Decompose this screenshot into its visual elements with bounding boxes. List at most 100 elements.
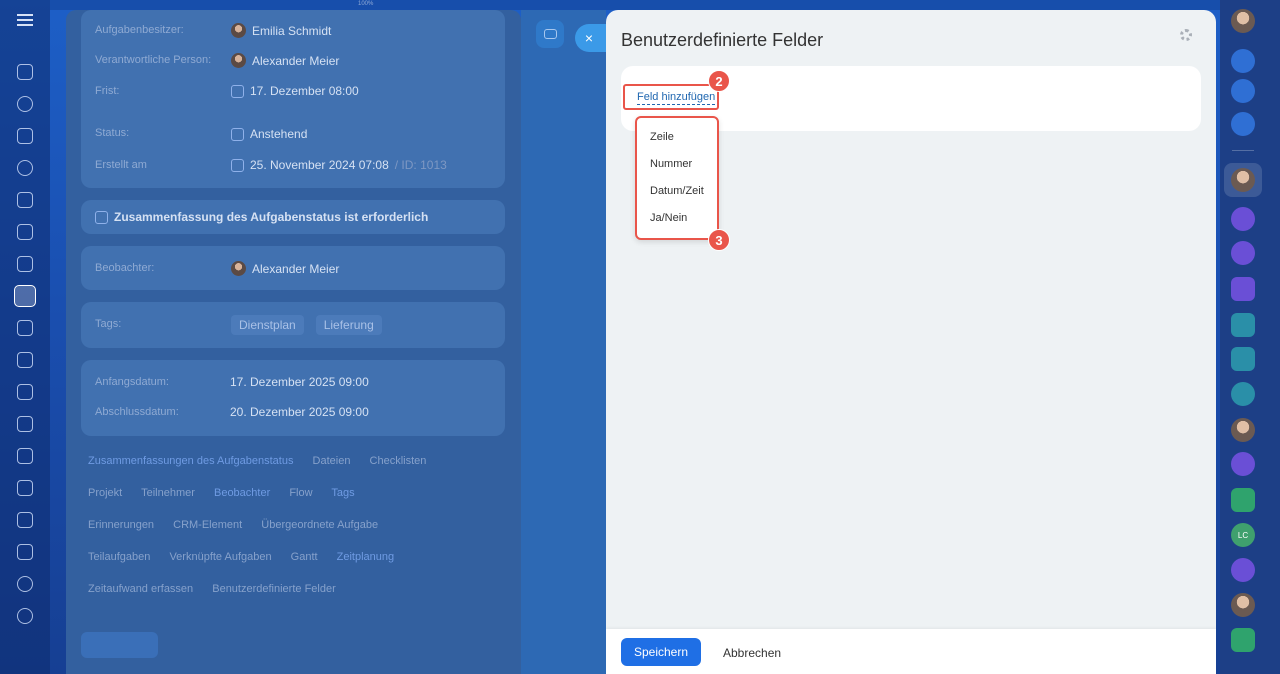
end-date-label: Abschlussdatum:: [95, 406, 179, 418]
start-date-value[interactable]: 17. Dezember 2025 09:00: [230, 375, 369, 389]
cart-icon[interactable]: [17, 544, 33, 560]
close-panel-button[interactable]: ×: [575, 24, 607, 52]
task-chat-icon[interactable]: [1231, 488, 1255, 512]
chat-group-icon[interactable]: [1231, 241, 1255, 265]
observer-value[interactable]: Alexander Meier: [231, 261, 339, 276]
end-date-value[interactable]: 20. Dezember 2025 09:00: [230, 405, 369, 419]
close-icon: ×: [584, 30, 594, 46]
contacts-icon[interactable]: [17, 160, 33, 176]
left-nav: [0, 0, 50, 674]
tab-time-tracking[interactable]: Zeitaufwand erfassen: [88, 583, 193, 595]
tab-linked[interactable]: Verknüpfte Aufgaben: [169, 551, 271, 563]
tab-gantt[interactable]: Gantt: [291, 551, 318, 563]
responsible-value[interactable]: Alexander Meier: [231, 53, 339, 68]
lc-chat-icon[interactable]: LC: [1231, 523, 1255, 547]
panel-footer: Speichern Abbrechen: [606, 629, 1216, 674]
task-chat-icon[interactable]: [1231, 277, 1255, 301]
tab-custom-fields[interactable]: Benutzerdefinierte Felder: [212, 583, 336, 595]
settings-icon[interactable]: [17, 576, 33, 592]
tab-row: Zusammenfassungen des Aufgabenstatus Dat…: [88, 455, 442, 467]
avatar: [231, 53, 246, 68]
documents-icon[interactable]: [17, 128, 33, 144]
tab-subtasks[interactable]: Teilaufgaben: [88, 551, 150, 563]
option-ja-nein[interactable]: Ja/Nein: [650, 212, 687, 224]
tab-observers[interactable]: Beobachter: [214, 487, 270, 499]
task-chat-icon[interactable]: [1231, 628, 1255, 652]
user-avatar[interactable]: [1231, 9, 1255, 33]
dimmed-button[interactable]: [81, 632, 158, 658]
option-nummer[interactable]: Nummer: [650, 158, 692, 170]
tab-crm[interactable]: CRM-Element: [173, 519, 242, 531]
avatar: [231, 261, 246, 276]
field-type-dropdown: Zeile Nummer Datum/Zeit Ja/Nein: [635, 116, 719, 240]
tab-row: Zeitaufwand erfassen Benutzerdefinierte …: [88, 583, 352, 595]
tab-checklists[interactable]: Checklisten: [370, 455, 427, 467]
tab-row: Projekt Teilnehmer Beobachter Flow Tags: [88, 487, 371, 499]
avatar[interactable]: [1231, 593, 1255, 617]
hourglass-icon: [231, 127, 244, 141]
owner-label: Aufgabenbesitzer:: [95, 24, 184, 36]
home-icon[interactable]: [17, 64, 33, 80]
filter-icon[interactable]: [17, 416, 33, 432]
responsible-label: Verantwortliche Person:: [95, 54, 212, 66]
task-chat-icon[interactable]: [1231, 347, 1255, 371]
cancel-button[interactable]: Abbrechen: [723, 646, 781, 660]
menu-icon[interactable]: [17, 14, 33, 26]
files-icon[interactable]: [17, 224, 33, 240]
summary-card[interactable]: Zusammenfassung des Aufgabenstatus ist e…: [81, 200, 505, 234]
tags-label: Tags:: [95, 318, 122, 330]
observer-card: Beobachter: Alexander Meier: [81, 246, 505, 290]
save-button[interactable]: Speichern: [621, 638, 701, 666]
tab-parent-task[interactable]: Übergeordnete Aufgabe: [261, 519, 378, 531]
option-datum-zeit[interactable]: Datum/Zeit: [650, 185, 704, 197]
search-chat-icon[interactable]: [1231, 112, 1255, 136]
monitor-icon[interactable]: [17, 480, 33, 496]
tag[interactable]: Dienstplan: [231, 315, 304, 335]
status-value: Anstehend: [231, 127, 307, 141]
summary-icon: [95, 210, 108, 224]
tab-files[interactable]: Dateien: [313, 455, 351, 467]
deadline-label: Frist:: [95, 85, 120, 97]
top-strip: 100%: [50, 0, 1220, 10]
avatar[interactable]: [1231, 558, 1255, 582]
tab-time-planning[interactable]: Zeitplanung: [337, 551, 395, 563]
avatar[interactable]: [1231, 418, 1255, 442]
feed-icon[interactable]: [17, 96, 33, 112]
created-value: 25. November 2024 07:08/ ID: 1013: [231, 158, 447, 172]
start-date-label: Anfangsdatum:: [95, 376, 169, 388]
store-icon[interactable]: [17, 448, 33, 464]
status-label: Status:: [95, 127, 130, 139]
tags-card: Tags: Dienstplan Lieferung: [81, 302, 505, 348]
tab-reminders[interactable]: Erinnerungen: [88, 519, 154, 531]
calendar-icon[interactable]: [17, 352, 33, 368]
chat-group-icon[interactable]: [1231, 452, 1255, 476]
chat-button[interactable]: [536, 20, 564, 48]
tab-tags[interactable]: Tags: [331, 487, 354, 499]
tag[interactable]: Lieferung: [315, 315, 382, 335]
tab-participants[interactable]: Teilnehmer: [141, 487, 195, 499]
tasks-icon[interactable]: [14, 285, 36, 307]
chat-icon[interactable]: [17, 320, 33, 336]
avatar[interactable]: [1231, 168, 1255, 192]
analytics-icon[interactable]: [17, 512, 33, 528]
created-label: Erstellt am: [95, 159, 147, 171]
deadline-value[interactable]: 17. Dezember 08:00: [231, 84, 359, 98]
task-chat-icon[interactable]: [1231, 313, 1255, 337]
notifications-icon[interactable]: [1231, 49, 1255, 73]
add-field-link[interactable]: Feld hinzufügen: [637, 91, 716, 105]
help-icon[interactable]: [17, 608, 33, 624]
chat-group-icon[interactable]: [1231, 207, 1255, 231]
screen-icon[interactable]: [17, 256, 33, 272]
tab-flow[interactable]: Flow: [289, 487, 312, 499]
owner-value[interactable]: Emilia Schmidt: [231, 23, 331, 38]
chat-icon[interactable]: [1231, 382, 1255, 406]
step-badge: 3: [708, 229, 730, 251]
task-id: / ID: 1013: [394, 158, 447, 172]
drive-icon[interactable]: [17, 192, 33, 208]
gear-icon[interactable]: [1180, 29, 1192, 41]
tab-project[interactable]: Projekt: [88, 487, 122, 499]
sign-icon[interactable]: [17, 384, 33, 400]
option-zeile[interactable]: Zeile: [650, 131, 674, 143]
tab-summaries[interactable]: Zusammenfassungen des Aufgabenstatus: [88, 455, 293, 467]
copilot-icon[interactable]: [1231, 79, 1255, 103]
